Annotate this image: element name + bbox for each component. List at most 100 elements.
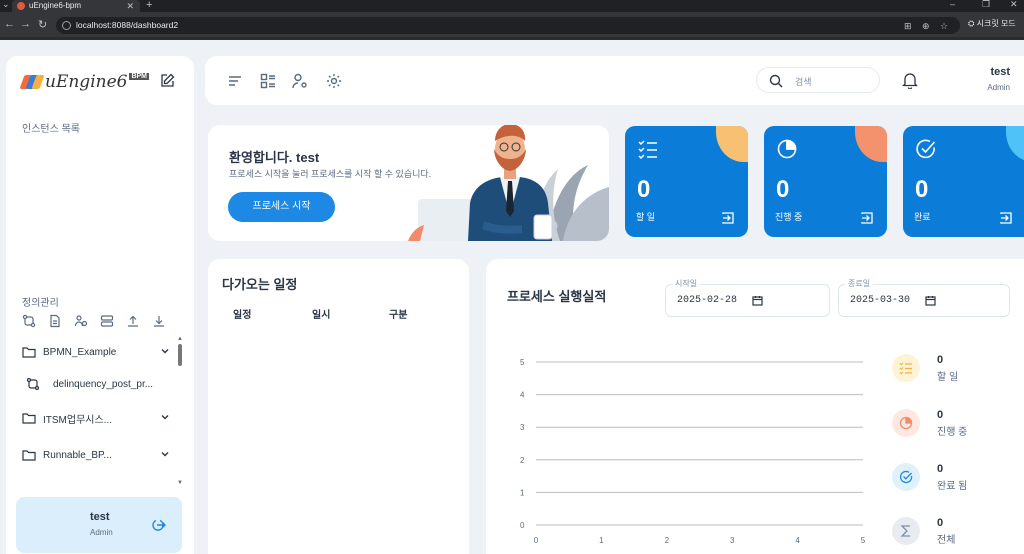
user-settings-icon[interactable] xyxy=(291,72,309,90)
search-input[interactable]: 검색 xyxy=(756,67,880,93)
logout-icon[interactable] xyxy=(150,517,166,533)
performance-chart: 0 1 2 3 4 5 0 1 2 3 4 5 xyxy=(520,358,866,545)
sidebar-user-name: test xyxy=(90,511,110,523)
start-process-button[interactable]: 프로세스 시작 xyxy=(228,192,335,222)
process-performance-card: 프로세스 실행실적 시작일 2025-02-28 종료일 2025-03-30 … xyxy=(486,259,1024,554)
tree-item-folder[interactable]: ITSM업무시스... xyxy=(22,407,172,429)
checklist-icon xyxy=(638,140,657,160)
site-info-icon[interactable] xyxy=(62,21,71,30)
tree-item-folder[interactable]: Runnable_BP... xyxy=(22,444,172,466)
instance-list-label[interactable]: 인스턴스 목록 xyxy=(22,120,80,135)
search-icon xyxy=(769,74,783,88)
chart-y-tick-label: 1 xyxy=(520,488,525,497)
calendar-icon[interactable] xyxy=(925,295,936,306)
reload-icon[interactable]: ↻ xyxy=(38,18,47,31)
gear-icon[interactable] xyxy=(325,72,343,90)
legend-value: 0 xyxy=(937,517,944,529)
form-definition-icon[interactable] xyxy=(48,314,62,328)
legend-item-total: 0 전체 xyxy=(892,517,1002,549)
enter-icon[interactable] xyxy=(861,212,873,224)
incognito-icon: ⛭ xyxy=(968,19,975,28)
sidebar: uEngine6 BPM 인스턴스 목록 정의관리 BPMN_Example d… xyxy=(6,56,194,554)
schedule-col-header: 일시 xyxy=(312,310,331,321)
upload-icon[interactable] xyxy=(126,314,140,328)
stat-label: 할 일 xyxy=(636,212,656,222)
header-user-role: Admin xyxy=(987,83,1010,92)
legend-value: 0 xyxy=(937,409,944,421)
close-window-icon[interactable]: ✕ xyxy=(1010,0,1018,10)
bell-icon[interactable] xyxy=(902,71,918,89)
scroll-thumb[interactable] xyxy=(178,344,182,366)
list-view-icon[interactable] xyxy=(259,72,277,90)
new-tab-icon[interactable]: + xyxy=(146,0,152,11)
calendar-icon[interactable] xyxy=(752,295,763,306)
system-icon[interactable] xyxy=(100,314,114,328)
start-date-field[interactable]: 시작일 2025-02-28 xyxy=(665,278,830,317)
browser-tab[interactable]: uEngine6-bpm ✕ xyxy=(12,0,140,12)
legend-item-in-progress: 0 진행 중 xyxy=(892,409,1002,441)
sigma-icon xyxy=(900,525,910,537)
close-tab-icon[interactable]: ✕ xyxy=(126,0,134,12)
back-icon[interactable]: ← xyxy=(4,18,15,30)
process-definition-icon[interactable] xyxy=(22,314,36,328)
bookmark-star-icon[interactable]: ☆ xyxy=(940,18,948,35)
menu-icon[interactable] xyxy=(226,72,244,90)
tree-item-label: delinquency_post_pr... xyxy=(53,378,154,390)
legend-label: 전체 xyxy=(937,535,956,546)
chart-x-tick-label: 1 xyxy=(599,536,604,545)
app-logo[interactable]: uEngine6 BPM xyxy=(19,72,150,92)
chevron-down-icon[interactable] xyxy=(160,412,170,422)
check-circle-icon xyxy=(899,470,913,484)
schedule-col-header: 구분 xyxy=(389,310,408,321)
legend-label: 진행 중 xyxy=(937,427,968,438)
tab-list-chevron-icon[interactable]: ⌄ xyxy=(2,0,10,10)
restore-icon[interactable]: ❐ xyxy=(982,0,990,10)
organization-icon[interactable] xyxy=(74,314,88,328)
pie-progress-icon xyxy=(777,139,797,159)
sidebar-user-card: test Admin xyxy=(16,497,182,553)
tree-item-folder[interactable]: BPMN_Example xyxy=(22,341,172,363)
translate-icon[interactable]: ⊞ xyxy=(904,18,912,35)
tree-item-label: ITSM업무시스... xyxy=(43,414,113,426)
stat-card-in-progress[interactable]: 0 진행 중 xyxy=(764,126,887,237)
edit-icon[interactable] xyxy=(159,73,175,89)
tree-item-label: BPMN_Example xyxy=(43,346,117,358)
process-icon xyxy=(26,378,40,390)
stat-value: 0 xyxy=(915,176,929,203)
legend-item-todo: 0 할 일 xyxy=(892,354,1002,386)
forward-icon[interactable]: → xyxy=(20,18,31,30)
chart-x-tick-label: 0 xyxy=(534,536,539,545)
chevron-down-icon[interactable] xyxy=(160,449,170,459)
chart-y-tick-label: 3 xyxy=(520,423,525,432)
logo-text: uEngine6 xyxy=(45,72,128,92)
header-user[interactable]: test Admin xyxy=(987,66,1010,92)
chart-y-tick-label: 0 xyxy=(520,521,525,530)
start-date-label: 시작일 xyxy=(672,278,701,289)
scroll-up-icon[interactable]: ▲ xyxy=(177,336,183,342)
stat-label: 진행 중 xyxy=(775,212,803,222)
stat-card-todo[interactable]: 0 할 일 xyxy=(625,126,748,237)
stat-card-completed[interactable]: 0 완료 xyxy=(903,126,1024,237)
incognito-indicator[interactable]: ⛭ 시크릿 모드 xyxy=(968,18,1016,29)
legend-item-completed: 0 완료 됨 xyxy=(892,463,1002,495)
chevron-down-icon[interactable] xyxy=(160,346,170,356)
sidebar-scrollbar[interactable]: ▲ ▼ xyxy=(177,336,183,486)
enter-icon[interactable] xyxy=(1000,212,1012,224)
favicon-icon xyxy=(17,2,25,10)
welcome-title: 환영합니다. test xyxy=(229,150,320,165)
download-icon[interactable] xyxy=(152,314,166,328)
end-date-field[interactable]: 종료일 2025-03-30 xyxy=(838,278,1010,317)
definition-toolbar xyxy=(22,314,166,328)
enter-icon[interactable] xyxy=(722,212,734,224)
search-placeholder: 검색 xyxy=(795,77,812,87)
tree-item-process[interactable]: delinquency_post_pr... xyxy=(26,373,176,395)
definition-label: 정의관리 xyxy=(22,298,59,309)
minimize-icon[interactable]: – xyxy=(950,0,955,9)
stat-value: 0 xyxy=(637,176,651,203)
stat-decoration xyxy=(1006,126,1024,162)
welcome-card: 환영합니다. test 프로세스 시작을 눌러 프로세스를 시작 할 수 있습니… xyxy=(208,125,609,241)
url-input[interactable]: localhost:8088/dashboard2 ⊞ ⊕ ☆ xyxy=(56,17,960,34)
scroll-down-icon[interactable]: ▼ xyxy=(177,480,183,486)
zoom-icon[interactable]: ⊕ xyxy=(922,18,930,35)
checklist-icon xyxy=(899,362,912,375)
